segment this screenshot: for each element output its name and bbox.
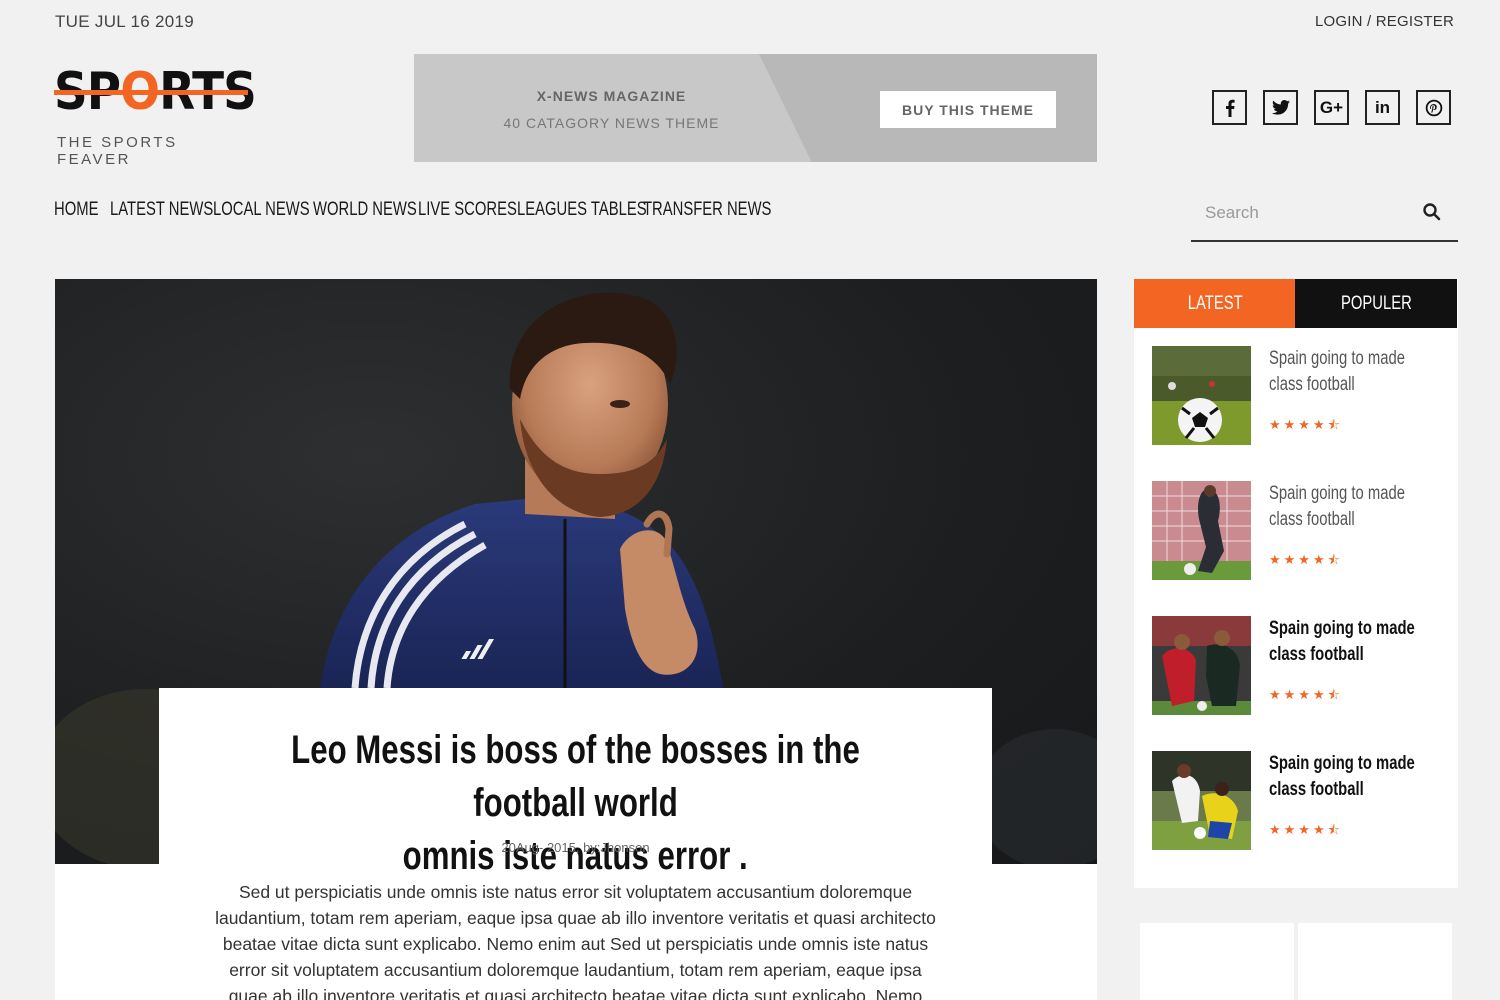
search-input[interactable] [1205, 198, 1405, 228]
ad-slot-2[interactable] [1298, 923, 1452, 1000]
tab-populer[interactable]: POPULER [1295, 279, 1457, 328]
list-item[interactable]: Spain going to made class football ★★★★⯪ [1152, 481, 1452, 581]
banner-subline: 40 CATAGORY NEWS THEME [503, 115, 720, 131]
post-thumbnail[interactable] [1152, 751, 1251, 850]
site-logo[interactable]: SPORTS THE SPORTS FEAVER [54, 60, 257, 168]
rating-stars: ★★★★⯪ [1269, 822, 1343, 837]
article-meta: 20Aug- 2015, by:Jhonson [501, 840, 650, 855]
linkedin-icon[interactable]: in [1365, 90, 1400, 125]
banner-headline: X-NEWS MAGAZINE [536, 88, 687, 104]
nav-local-news[interactable]: LOCAL NEWS [213, 199, 310, 221]
post-thumbnail[interactable] [1152, 616, 1251, 715]
pinterest-icon[interactable] [1416, 90, 1451, 125]
ad-slot-1[interactable] [1140, 923, 1294, 1000]
nav-world-news[interactable]: WORLD NEWS [313, 199, 417, 221]
post-title[interactable]: Spain going to made class football [1269, 751, 1441, 803]
nav-latest-news[interactable]: LATEST NEWS [110, 199, 213, 221]
featured-article-card[interactable]: Leo Messi is boss of the bosses in the f… [159, 688, 992, 1000]
post-title[interactable]: Spain going to made class football [1269, 481, 1441, 533]
sidebar-tabs-panel: LATEST POPULER Spain going to made class… [1134, 279, 1458, 888]
logo-tagline: THE SPORTS FEAVER [57, 134, 178, 168]
search-icon[interactable] [1422, 202, 1442, 222]
banner-ad[interactable]: X-NEWS MAGAZINE 40 CATAGORY NEWS THEME B… [414, 54, 1097, 162]
nav-home[interactable]: HOME [54, 199, 98, 221]
facebook-icon[interactable] [1212, 90, 1247, 125]
list-item[interactable]: Spain going to made class football ★★★★⯪ [1152, 751, 1452, 851]
list-item[interactable]: Spain going to made class football ★★★★⯪ [1152, 346, 1452, 446]
google-plus-icon[interactable]: G+ [1314, 90, 1349, 125]
nav-leagues-tables[interactable]: LEAGUES TABLES [517, 199, 647, 221]
social-links: G+ in [1212, 90, 1451, 125]
nav-live-scores[interactable]: LIVE SCORES [418, 199, 517, 221]
list-item[interactable]: Spain going to made class football ★★★★⯪ [1152, 616, 1452, 716]
login-register-link[interactable]: LOGIN / REGISTER [1315, 13, 1454, 30]
post-thumbnail[interactable] [1152, 346, 1251, 445]
article-title[interactable]: Leo Messi is boss of the bosses in the f… [159, 724, 992, 883]
twitter-icon[interactable] [1263, 90, 1298, 125]
post-title[interactable]: Spain going to made class football [1269, 346, 1441, 398]
post-thumbnail[interactable] [1152, 481, 1251, 580]
search-bar [1191, 190, 1458, 242]
rating-stars: ★★★★⯪ [1269, 687, 1343, 702]
current-date: TUE JUL 16 2019 [55, 12, 194, 31]
buy-theme-button[interactable]: BUY THIS THEME [880, 91, 1056, 128]
post-title[interactable]: Spain going to made class football [1269, 616, 1441, 668]
tab-latest[interactable]: LATEST [1134, 279, 1296, 328]
logo-strike-line [54, 90, 248, 95]
article-excerpt: Sed ut perspiciatis unde omnis iste natu… [215, 882, 936, 1000]
rating-stars: ★★★★⯪ [1269, 552, 1343, 567]
nav-transfer-news[interactable]: TRANSFER NEWS [643, 199, 771, 221]
rating-stars: ★★★★⯪ [1269, 417, 1343, 432]
